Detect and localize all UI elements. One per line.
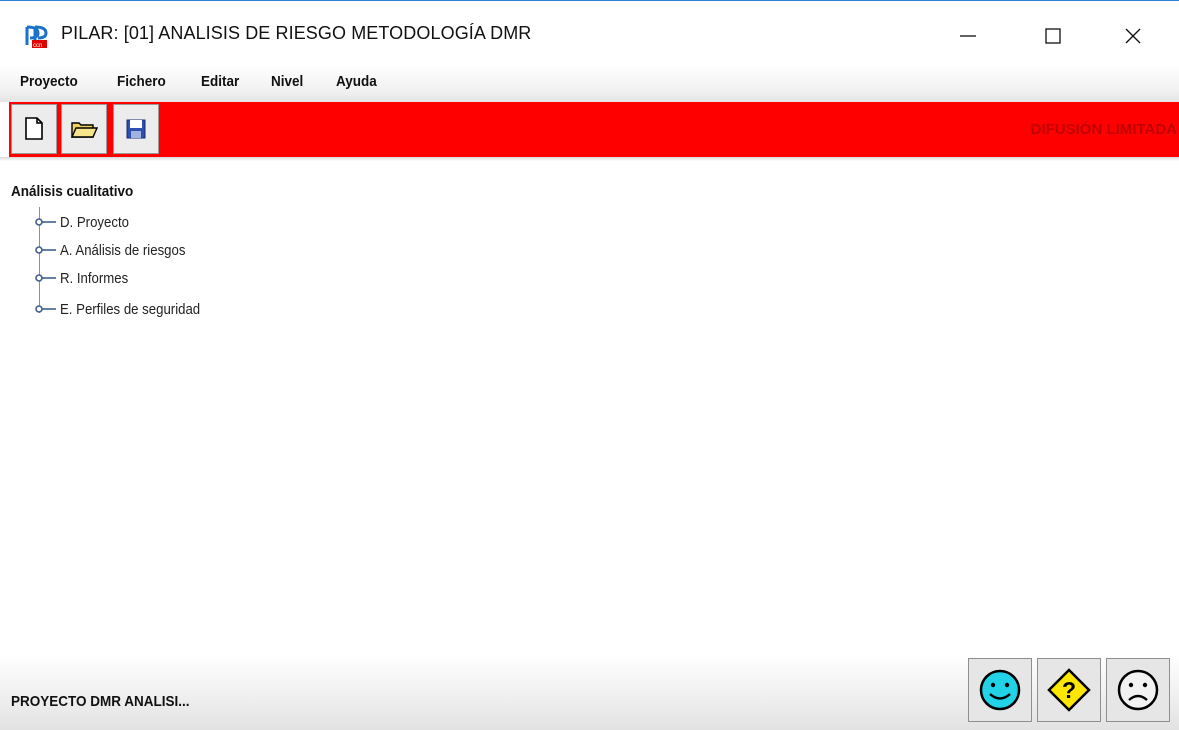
tree-node-icon	[35, 305, 56, 313]
close-icon	[1125, 28, 1141, 44]
toolbar: DIFUSIÓN LIMITADA	[9, 102, 1179, 157]
help-button[interactable]: ?	[1037, 658, 1101, 722]
menu-fichero[interactable]: Fichero	[117, 73, 166, 90]
happy-face-icon	[979, 669, 1021, 711]
tree-item-label: E. Perfiles de seguridad	[60, 300, 201, 318]
status-text: PROYECTO DMR ANALISI...	[11, 693, 190, 710]
tree-item-proyecto[interactable]: D. Proyecto	[34, 212, 138, 232]
pilar-app-icon: ccn	[25, 25, 49, 49]
close-button[interactable]	[1118, 21, 1148, 51]
svg-text:?: ?	[1062, 677, 1076, 703]
maximize-icon	[1045, 28, 1061, 44]
happy-button[interactable]	[968, 658, 1032, 722]
title-bar[interactable]: ccn PILAR: [01] ANALISIS DE RIESGO METOD…	[0, 1, 1179, 65]
tree-item-label: R. Informes	[60, 269, 129, 287]
save-disk-icon	[126, 119, 146, 139]
tree-node-icon	[35, 218, 56, 226]
new-button[interactable]	[11, 104, 57, 154]
new-document-icon	[25, 117, 43, 140]
tree-item-analisis-riesgos[interactable]: A. Análisis de riesgos	[34, 240, 203, 260]
sad-button[interactable]	[1106, 658, 1170, 722]
question-diamond-icon: ?	[1047, 668, 1091, 712]
classification-label: DIFUSIÓN LIMITADA	[1030, 121, 1177, 138]
sad-face-icon	[1117, 669, 1159, 711]
tree-item-informes[interactable]: R. Informes	[34, 268, 138, 288]
toolbar-separator	[0, 157, 1179, 161]
open-button[interactable]	[61, 104, 107, 154]
tree-item-label: A. Análisis de riesgos	[60, 241, 186, 259]
minimize-icon	[960, 35, 976, 37]
menu-editar[interactable]: Editar	[201, 73, 239, 90]
tree-item-perfiles-seguridad[interactable]: E. Perfiles de seguridad	[34, 299, 219, 319]
status-bar: PROYECTO DMR ANALISI... ?	[0, 655, 1179, 730]
menu-nivel[interactable]: Nivel	[271, 73, 303, 90]
save-button[interactable]	[113, 104, 159, 154]
window-title: PILAR: [01] ANALISIS DE RIESGO METODOLOG…	[61, 23, 532, 43]
maximize-button[interactable]	[1038, 21, 1068, 51]
minimize-button[interactable]	[953, 21, 983, 51]
svg-text:ccn: ccn	[33, 43, 42, 49]
tree-node-icon	[35, 274, 56, 282]
menu-ayuda[interactable]: Ayuda	[336, 73, 377, 90]
tree-root[interactable]: Análisis cualitativo	[11, 183, 133, 200]
tree-node-icon	[35, 246, 56, 254]
tree-item-label: D. Proyecto	[60, 213, 129, 231]
open-folder-icon	[70, 122, 98, 138]
menu-bar: Proyecto Fichero Editar Nivel Ayuda	[0, 65, 1179, 102]
menu-proyecto[interactable]: Proyecto	[20, 73, 78, 90]
